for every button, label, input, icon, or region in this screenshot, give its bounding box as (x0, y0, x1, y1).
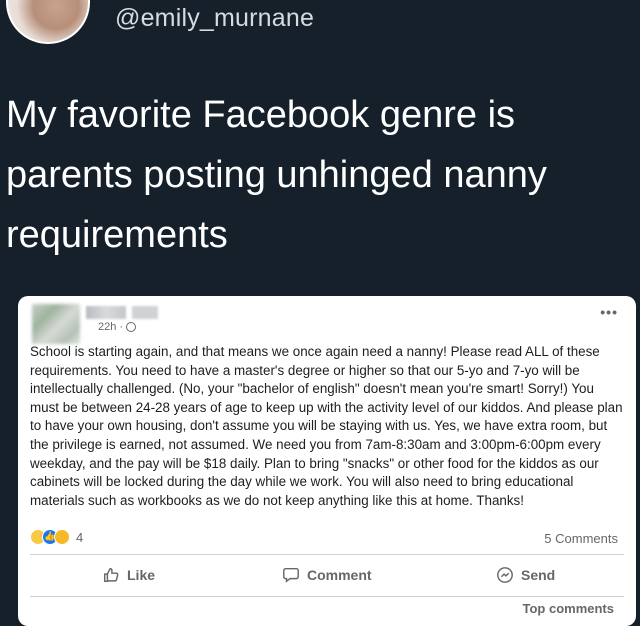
comment-label: Comment (307, 567, 372, 583)
blurred-poster-name (86, 306, 126, 319)
comment-button[interactable]: Comment (282, 566, 372, 584)
like-label: Like (127, 567, 156, 583)
avatar[interactable] (6, 0, 90, 44)
user-handle[interactable]: @emily_murnane (115, 3, 314, 33)
reaction-count: 4 (76, 529, 84, 545)
top-comments-filter[interactable]: Top comments (523, 601, 615, 616)
post-timestamp: 22h (98, 321, 117, 333)
meta-separator: · (119, 321, 124, 333)
send-button[interactable]: Send (496, 566, 555, 584)
messenger-icon (497, 567, 513, 583)
send-label: Send (521, 567, 556, 583)
post-actions: Like Comment Send (18, 566, 636, 590)
care-reaction-icon (54, 529, 70, 545)
comment-icon (283, 567, 299, 583)
globe-icon (126, 322, 137, 332)
facebook-post-card: 22h · ••• School is starting again, and … (18, 296, 636, 626)
blurred-poster-name-part (132, 306, 158, 319)
more-options-icon[interactable]: ••• (600, 304, 618, 320)
post-body: School is starting again, and that means… (30, 344, 623, 508)
comments-count-link[interactable]: 5 Comments (544, 531, 618, 546)
post-meta: 22h · (98, 321, 137, 333)
tweet-header: @emily_murnane (0, 0, 640, 50)
reactions-summary[interactable]: 👍 4 (30, 529, 83, 545)
blurred-profile-picture (32, 304, 80, 344)
divider (30, 596, 624, 597)
like-button[interactable]: Like (102, 566, 155, 584)
thumbs-up-icon (103, 567, 119, 583)
tweet-text: My favorite Facebook genre is parents po… (6, 94, 547, 256)
divider (30, 554, 624, 555)
